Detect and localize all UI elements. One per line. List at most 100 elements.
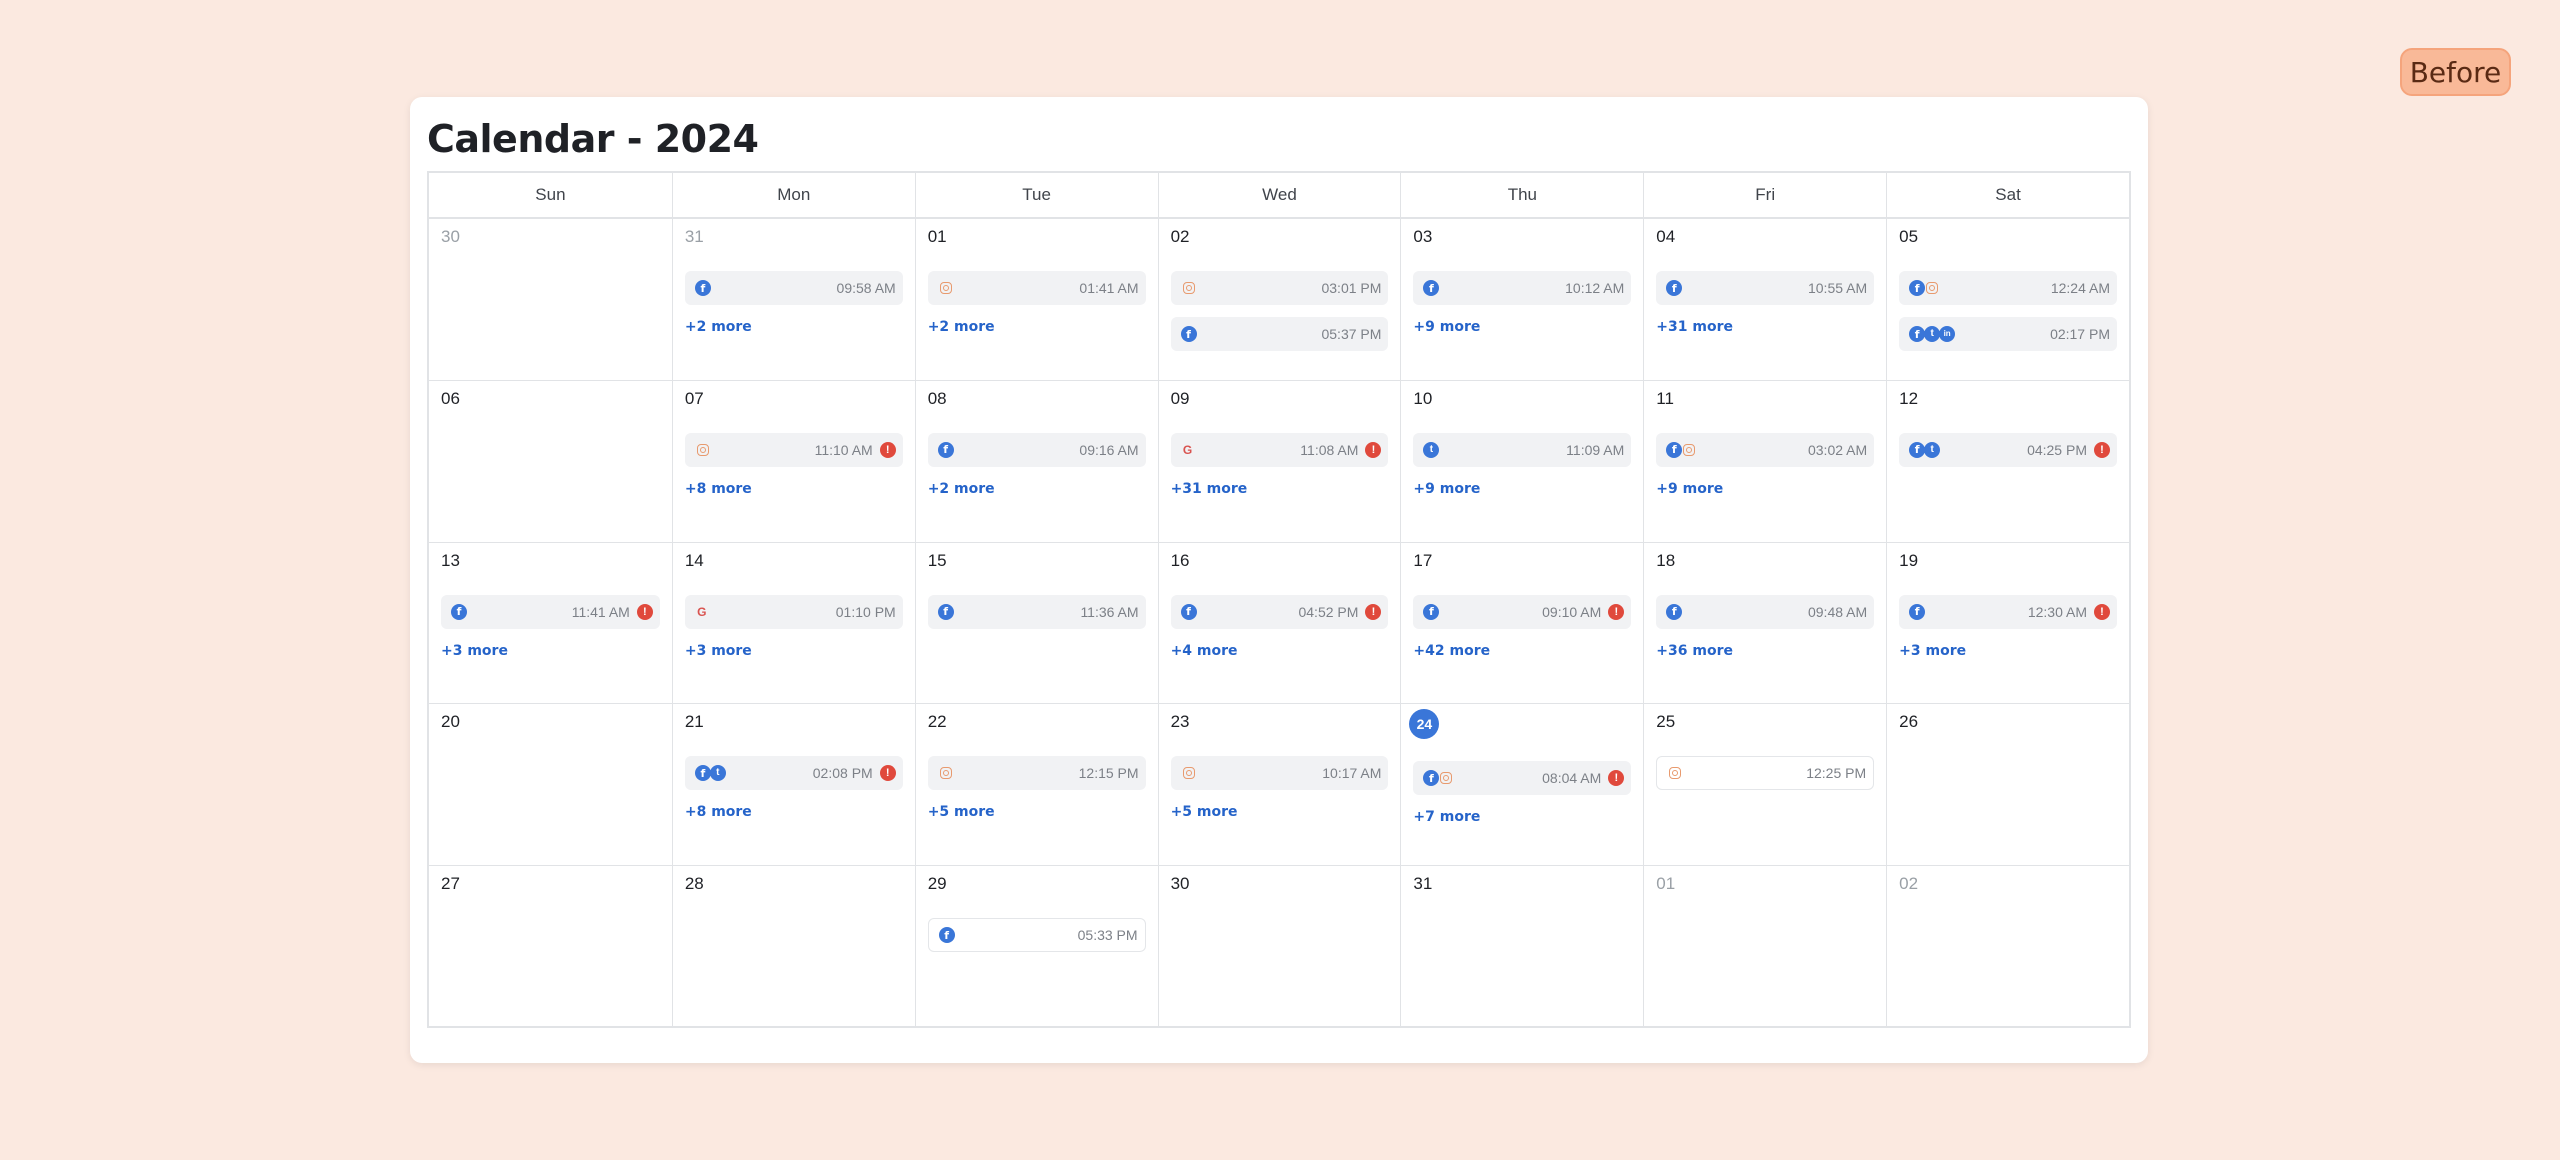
day-number: 12 (1899, 388, 1919, 408)
scheduled-post[interactable]: t 11:09 AM (1413, 432, 1632, 467)
scheduled-post[interactable]: f 05:37 PM (1170, 317, 1389, 351)
day-cell[interactable]: 06 (429, 381, 672, 542)
day-cell[interactable]: 21 f t 02:08 PM! +8 more (671, 704, 915, 866)
day-cell[interactable]: 20 (429, 704, 672, 865)
scheduled-post[interactable]: f 12:30 AM! (1899, 594, 2117, 629)
more-posts-link[interactable]: +9 more (1413, 319, 1631, 335)
day-cell[interactable]: 27 (429, 866, 672, 1028)
day-cell[interactable]: 05 f 12:24 AM f t in 02:17 PM (1886, 219, 2129, 380)
day-cell[interactable]: 30 (429, 219, 672, 380)
day-cell[interactable]: 11 f 03:02 AM +9 more (1643, 380, 1886, 542)
day-cell[interactable]: 19 f 12:30 AM! +3 more (1886, 542, 2129, 704)
day-cell[interactable]: 17 f 09:10 AM! +42 more (1400, 542, 1643, 704)
day-cell[interactable]: 01 (1643, 866, 1886, 1028)
more-posts-link[interactable]: +36 more (1656, 643, 1874, 659)
scheduled-post[interactable]: f 12:24 AM (1899, 271, 2117, 305)
day-cell[interactable]: 28 (671, 866, 915, 1028)
more-posts-link[interactable]: +2 more (685, 319, 903, 335)
day-cell[interactable]: 08 f 09:16 AM +2 more (914, 380, 1158, 542)
scheduled-post[interactable]: f 10:12 AM (1413, 271, 1632, 305)
more-posts-link[interactable]: +2 more (928, 319, 1146, 335)
more-posts-link[interactable]: +2 more (928, 481, 1146, 497)
scheduled-post[interactable]: f 08:04 AM! (1413, 761, 1632, 796)
day-cell[interactable]: 24 f 08:04 AM! +7 more (1400, 704, 1643, 866)
day-cell[interactable]: 15 f 11:36 AM (914, 542, 1158, 704)
day-cell[interactable]: 31 f 09:58 AM +2 more (671, 219, 915, 380)
post-time: 11:41 AM (571, 603, 630, 620)
more-posts-link[interactable]: +3 more (1899, 643, 2117, 659)
scheduled-post[interactable]: f t in 02:17 PM (1899, 317, 2117, 351)
day-cell[interactable]: 13 f 11:41 AM! +3 more (429, 543, 672, 704)
scheduled-post[interactable]: f 11:36 AM (927, 594, 1146, 629)
scheduled-post[interactable]: G 01:10 PM (684, 594, 903, 629)
scheduled-post[interactable]: 11:10 AM! (684, 432, 903, 467)
platform-icons (695, 443, 710, 456)
day-cell[interactable]: 03 f 10:12 AM +9 more (1400, 219, 1643, 380)
alert-icon: ! (879, 441, 896, 458)
platform-icons: f (1666, 441, 1696, 458)
day-cell[interactable]: 26 (1886, 704, 2129, 866)
more-posts-link[interactable]: +7 more (1413, 809, 1631, 825)
platform-icons: G (695, 604, 708, 620)
weekday-sat: Sat (1886, 173, 2129, 217)
more-posts-link[interactable]: +9 more (1413, 481, 1631, 497)
more-posts-link[interactable]: +31 more (1171, 481, 1389, 497)
more-posts-link[interactable]: +4 more (1171, 643, 1389, 659)
more-posts-link[interactable]: +42 more (1413, 643, 1631, 659)
post-time: 09:10 AM (1542, 603, 1602, 620)
more-posts-link[interactable]: +31 more (1656, 319, 1874, 335)
scheduled-post[interactable]: 10:17 AM (1170, 756, 1389, 791)
day-number: 06 (441, 388, 460, 408)
scheduled-post[interactable]: 01:41 AM (927, 271, 1146, 305)
day-cell[interactable]: 31 (1400, 866, 1643, 1028)
scheduled-post[interactable]: 12:25 PM (1656, 756, 1875, 791)
scheduled-post[interactable]: f 09:16 AM (927, 432, 1146, 467)
day-number: 29 (927, 874, 947, 894)
weekday-thu: Thu (1400, 173, 1643, 217)
post-time: 12:30 AM (2027, 603, 2087, 620)
scheduled-post[interactable]: G 11:08 AM! (1170, 432, 1389, 467)
facebook-icon: f (1423, 280, 1440, 296)
scheduled-post[interactable]: f t 04:25 PM! (1899, 432, 2117, 467)
more-posts-link[interactable]: +5 more (928, 804, 1146, 820)
scheduled-post[interactable]: f 09:58 AM (684, 271, 903, 305)
day-number: 28 (684, 874, 704, 894)
day-cell[interactable]: 25 12:25 PM (1643, 704, 1886, 866)
day-cell[interactable]: 14 G 01:10 PM +3 more (671, 542, 915, 704)
scheduled-post[interactable]: f 10:55 AM (1656, 271, 1875, 305)
more-posts-link[interactable]: +3 more (685, 643, 903, 659)
day-cell[interactable]: 23 10:17 AM +5 more (1157, 704, 1401, 866)
day-cell[interactable]: 02 (1886, 866, 2129, 1028)
day-cell[interactable]: 30 (1157, 866, 1401, 1028)
day-number: 02 (1899, 874, 1919, 894)
scheduled-post[interactable]: f 05:33 PM (927, 918, 1146, 953)
platform-icons: t (1423, 441, 1440, 458)
day-cell[interactable]: 04 f 10:55 AM +31 more (1643, 219, 1886, 380)
scheduled-post[interactable]: f 04:52 PM! (1170, 594, 1389, 629)
more-posts-link[interactable]: +8 more (685, 481, 903, 497)
scheduled-post[interactable]: f 11:41 AM! (441, 594, 660, 629)
day-cell[interactable]: 16 f 04:52 PM! +4 more (1157, 542, 1401, 704)
day-cell[interactable]: 18 f 09:48 AM +36 more (1643, 542, 1886, 704)
day-cell[interactable]: 01 01:41 AM +2 more (914, 219, 1158, 380)
facebook-icon: f (1423, 603, 1440, 620)
day-cell[interactable]: 10 t 11:09 AM +9 more (1400, 380, 1643, 542)
day-cell[interactable]: 22 12:15 PM +5 more (914, 704, 1158, 866)
scheduled-post[interactable]: 03:01 PM (1170, 271, 1389, 305)
scheduled-post[interactable]: f 09:10 AM! (1413, 594, 1632, 629)
day-cell[interactable]: 02 03:01 PM f 05:37 PM (1157, 219, 1401, 380)
day-cell[interactable]: 09 G 11:08 AM! +31 more (1157, 380, 1401, 542)
scheduled-post[interactable]: 12:15 PM (927, 756, 1146, 791)
more-posts-link[interactable]: +9 more (1656, 481, 1874, 497)
day-cell[interactable]: 07 11:10 AM! +8 more (671, 380, 915, 542)
day-cell[interactable]: 29 f 05:33 PM (914, 866, 1158, 1028)
more-posts-link[interactable]: +5 more (1171, 804, 1389, 820)
more-posts-link[interactable]: +3 more (441, 643, 660, 659)
platform-icons: f (1666, 280, 1683, 296)
more-posts-link[interactable]: +8 more (685, 804, 903, 820)
scheduled-post[interactable]: f 09:48 AM (1656, 594, 1875, 629)
scheduled-post[interactable]: f 03:02 AM (1656, 432, 1875, 467)
scheduled-post[interactable]: f t 02:08 PM! (684, 756, 903, 791)
day-cell[interactable]: 12 f t 04:25 PM! (1886, 380, 2129, 542)
weekday-fri: Fri (1643, 173, 1886, 217)
